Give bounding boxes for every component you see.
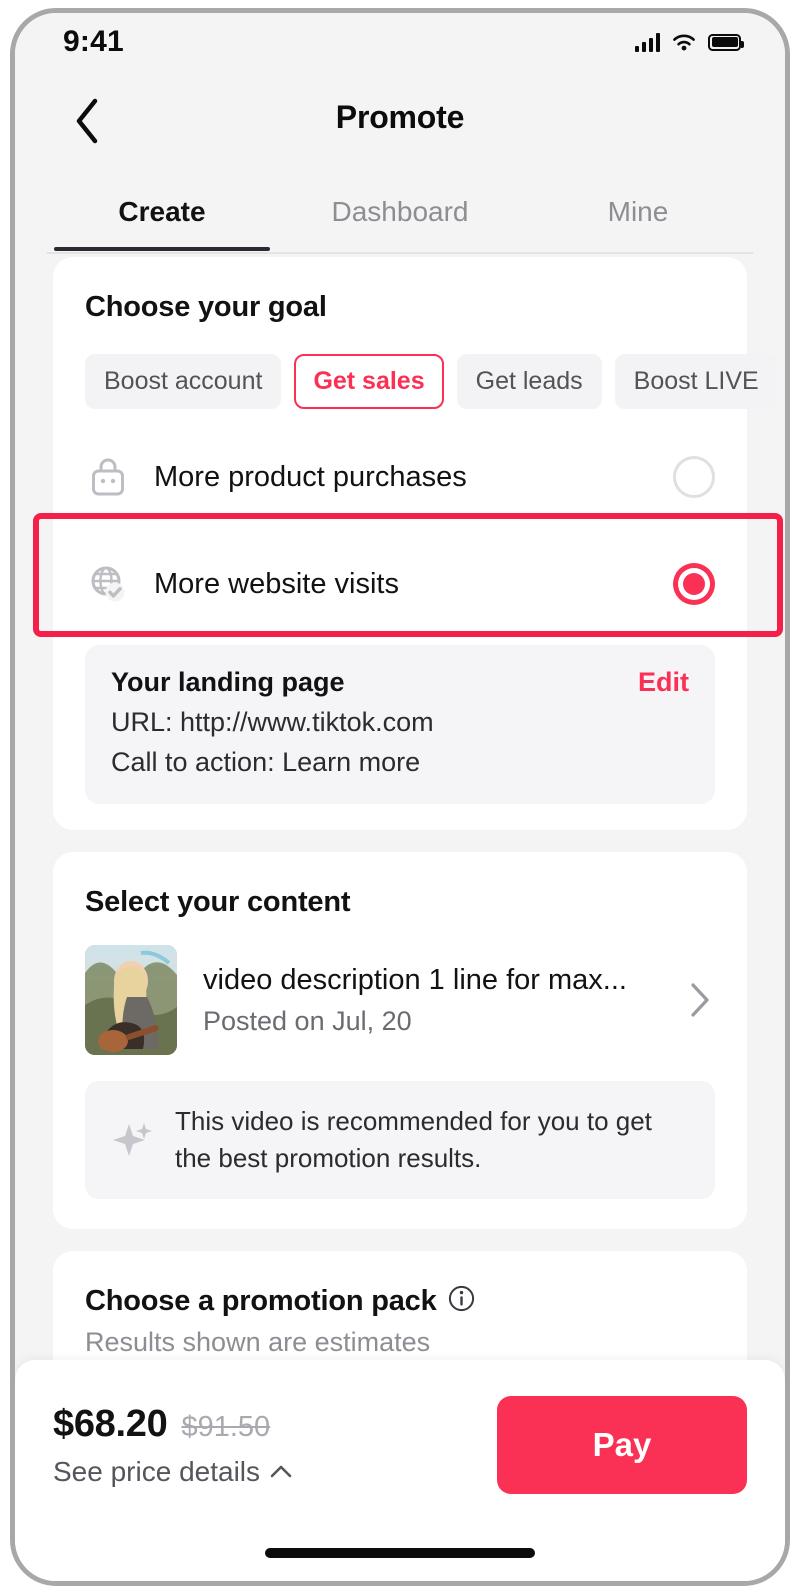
current-price: $68.20: [53, 1402, 168, 1445]
tab-divider: [47, 252, 753, 254]
navigation-bar: Promote: [15, 79, 785, 165]
tab-mine[interactable]: Mine: [519, 173, 757, 251]
sparkle-icon: [111, 1118, 157, 1162]
tab-create-label: Create: [118, 196, 206, 227]
tab-bar: Create Dashboard Mine: [15, 173, 785, 255]
status-bar-icons: [634, 32, 744, 52]
info-circle-icon[interactable]: [448, 1285, 475, 1317]
radio-more-website-visits[interactable]: [673, 563, 715, 605]
goal-option-website-visits[interactable]: More website visits: [53, 523, 747, 645]
phone-screen: 9:41 Promote Create Dashboard Mine Choos…: [15, 13, 785, 1581]
phone-frame: 9:41 Promote Create Dashboard Mine Choos…: [10, 8, 790, 1586]
goal-option-label: More product purchases: [154, 460, 467, 493]
landing-page-panel: Your landing page Edit URL: http://www.t…: [85, 645, 715, 804]
see-price-details-link[interactable]: See price details: [53, 1456, 497, 1488]
cellular-signal-icon: [634, 32, 660, 52]
goal-chips: Boost account Get sales Get leads Boost …: [53, 324, 778, 409]
landing-page-title: Your landing page: [111, 667, 345, 697]
wifi-icon: [673, 34, 695, 50]
chevron-right-icon[interactable]: [685, 982, 715, 1018]
landing-page-cta: Call to action: Learn more: [111, 747, 421, 777]
tab-active-underline: [54, 247, 270, 251]
select-content-title: Select your content: [85, 886, 351, 918]
original-price: $91.50: [181, 1410, 271, 1443]
choose-goal-card: Choose your goal Boost account Get sales…: [53, 257, 778, 830]
chip-boost-account[interactable]: Boost account: [85, 354, 282, 409]
pay-button[interactable]: Pay: [497, 1396, 747, 1494]
recommendation-text: This video is recommended for you to get…: [175, 1106, 652, 1173]
home-indicator: [265, 1548, 535, 1558]
select-content-card: Select your content video description 1 …: [53, 852, 747, 1229]
see-price-details-label: See price details: [53, 1455, 261, 1487]
chip-get-sales[interactable]: Get sales: [294, 354, 444, 409]
chevron-up-icon: [270, 1465, 292, 1478]
globe-check-icon: [85, 561, 131, 607]
goal-option-product-purchases[interactable]: More product purchases: [53, 431, 747, 523]
landing-page-edit-link[interactable]: Edit: [638, 667, 689, 698]
status-bar-clock: 9:41: [63, 25, 124, 58]
battery-icon: [708, 33, 744, 51]
tab-mine-label: Mine: [607, 196, 669, 227]
page-title: Promote: [335, 99, 465, 135]
bottom-action-bar: $68.20 $91.50 See price details Pay: [15, 1360, 785, 1581]
tab-dashboard-label: Dashboard: [331, 196, 469, 227]
choose-goal-title: Choose your goal: [85, 291, 327, 323]
video-thumbnail: [85, 945, 177, 1055]
video-description: video description 1 line for max...: [203, 963, 627, 996]
chip-boost-live[interactable]: Boost LIVE: [614, 354, 778, 409]
shopping-bag-icon: [85, 454, 131, 500]
selected-video-row[interactable]: video description 1 line for max... Post…: [85, 945, 715, 1055]
goal-option-label: More website visits: [154, 567, 399, 600]
recommendation-box: This video is recommended for you to get…: [85, 1081, 715, 1199]
landing-page-url: URL: http://www.tiktok.com: [111, 707, 434, 737]
tab-create[interactable]: Create: [43, 173, 281, 251]
promotion-pack-subtitle: Results shown are estimates: [85, 1326, 431, 1357]
status-bar: 9:41: [15, 13, 785, 71]
tab-dashboard[interactable]: Dashboard: [281, 173, 519, 251]
promotion-pack-title: Choose a promotion pack: [85, 1284, 437, 1317]
video-posted-date: Posted on Jul, 20: [203, 1005, 412, 1036]
radio-more-product-purchases[interactable]: [673, 456, 715, 498]
chip-get-leads[interactable]: Get leads: [456, 354, 602, 409]
